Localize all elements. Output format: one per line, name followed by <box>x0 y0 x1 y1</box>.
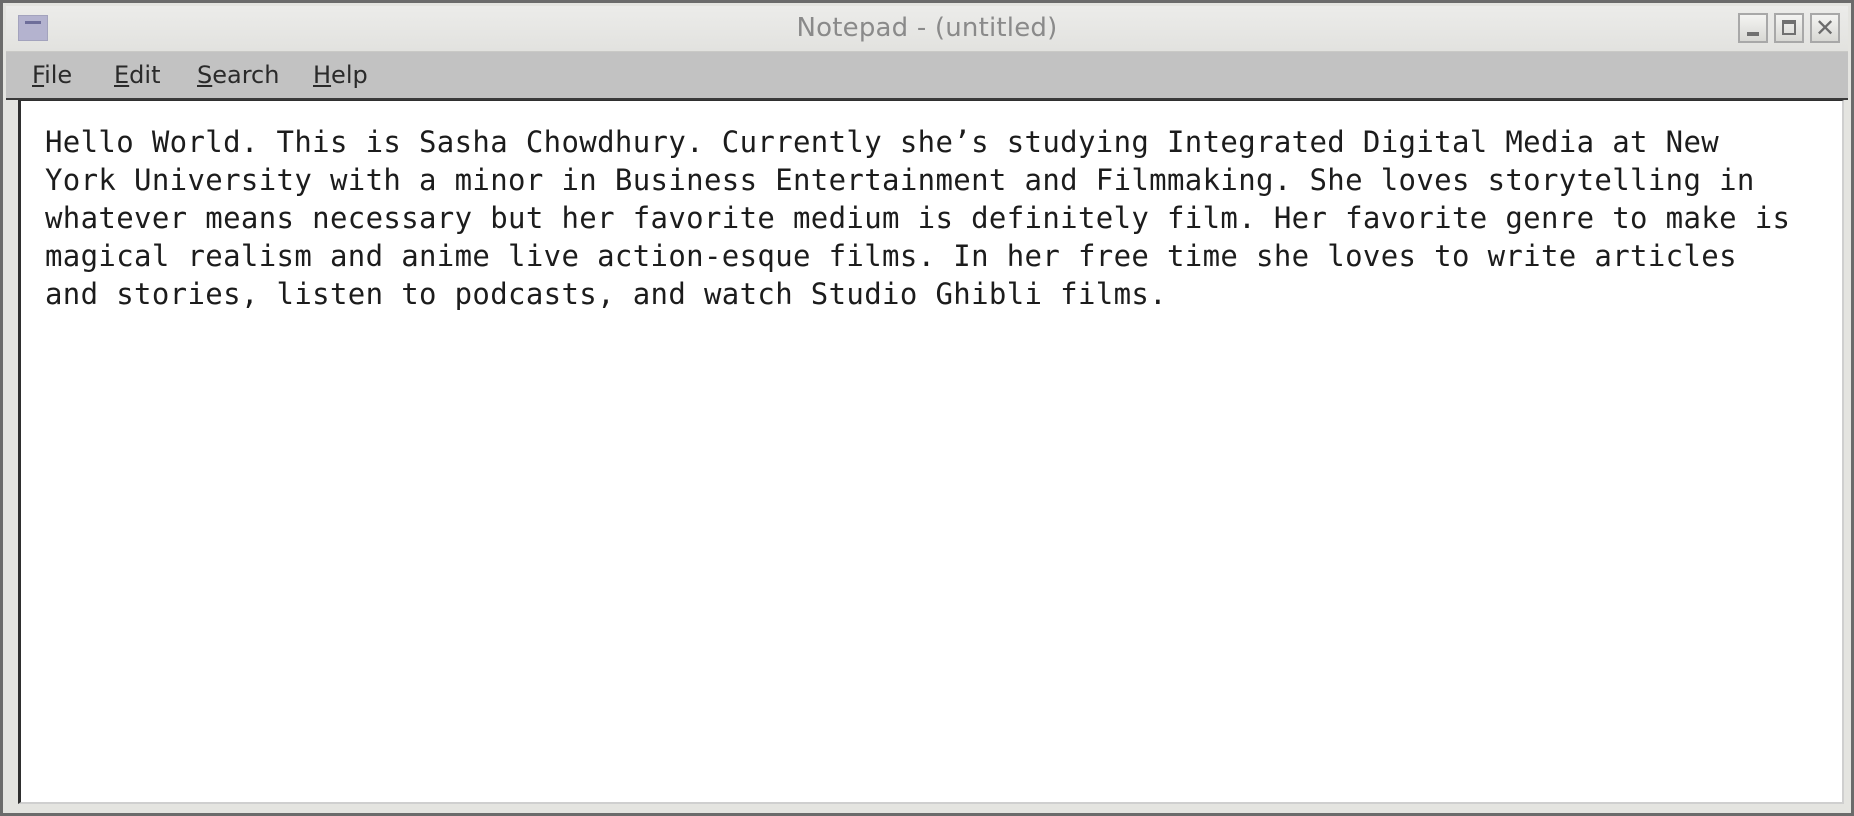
editor-line: York University with a minor in Business… <box>45 163 1755 197</box>
menu-help[interactable]: Help <box>313 61 368 89</box>
editor-content[interactable]: Hello World. This is Sasha Chowdhury. Cu… <box>45 123 1845 313</box>
editor-line: and stories, listen to podcasts, and wat… <box>45 277 1167 311</box>
editor-line: whatever means necessary but her favorit… <box>45 201 1791 235</box>
minimize-icon <box>1747 32 1759 36</box>
maximize-icon <box>1782 20 1796 35</box>
editor-line: Hello World. This is Sasha Chowdhury. Cu… <box>45 125 1720 159</box>
menu-edit[interactable]: Edit <box>114 61 160 89</box>
notepad-window: Notepad - (untitled) ✕ File Edit Search … <box>0 0 1854 816</box>
maximize-button[interactable] <box>1774 13 1804 43</box>
menu-search[interactable]: Search <box>197 61 279 89</box>
menu-bar: File Edit Search Help <box>6 52 1848 100</box>
close-button[interactable]: ✕ <box>1810 13 1840 43</box>
editor-line: magical realism and anime live action-es… <box>45 239 1737 273</box>
window-frame-bottom <box>6 804 1848 813</box>
title-bar[interactable]: Notepad - (untitled) ✕ <box>6 6 1848 52</box>
window-title: Notepad - (untitled) <box>796 13 1058 43</box>
close-icon: ✕ <box>1814 14 1836 42</box>
menu-file[interactable]: File <box>32 61 72 89</box>
text-editor[interactable]: Hello World. This is Sasha Chowdhury. Cu… <box>18 100 1844 804</box>
minimize-button[interactable] <box>1738 13 1768 43</box>
